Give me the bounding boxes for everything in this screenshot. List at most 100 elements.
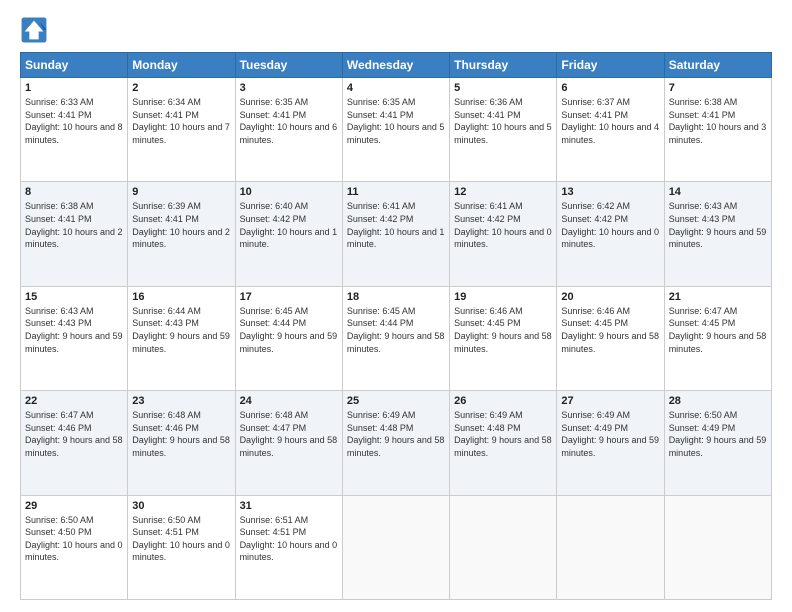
calendar-cell: 24 Sunrise: 6:48 AMSunset: 4:47 PMDayligh… bbox=[235, 391, 342, 495]
calendar-cell: 15 Sunrise: 6:43 AMSunset: 4:43 PMDayligh… bbox=[21, 286, 128, 390]
calendar-cell: 21 Sunrise: 6:47 AMSunset: 4:45 PMDayligh… bbox=[664, 286, 771, 390]
day-number: 3 bbox=[240, 82, 338, 94]
day-number: 16 bbox=[132, 291, 230, 303]
day-number: 17 bbox=[240, 291, 338, 303]
day-number: 25 bbox=[347, 395, 445, 407]
cell-info: Sunrise: 6:48 AMSunset: 4:47 PMDaylight:… bbox=[240, 409, 338, 459]
calendar-cell: 14 Sunrise: 6:43 AMSunset: 4:43 PMDayligh… bbox=[664, 182, 771, 286]
calendar-cell: 23 Sunrise: 6:48 AMSunset: 4:46 PMDayligh… bbox=[128, 391, 235, 495]
day-number: 1 bbox=[25, 82, 123, 94]
cell-info: Sunrise: 6:43 AMSunset: 4:43 PMDaylight:… bbox=[669, 200, 767, 250]
logo-icon bbox=[20, 16, 48, 44]
cell-info: Sunrise: 6:44 AMSunset: 4:43 PMDaylight:… bbox=[132, 305, 230, 355]
calendar-cell: 4 Sunrise: 6:35 AMSunset: 4:41 PMDaylight… bbox=[342, 78, 449, 182]
weekday-header-sunday: Sunday bbox=[21, 53, 128, 78]
cell-info: Sunrise: 6:50 AMSunset: 4:49 PMDaylight:… bbox=[669, 409, 767, 459]
weekday-header-wednesday: Wednesday bbox=[342, 53, 449, 78]
day-number: 29 bbox=[25, 500, 123, 512]
cell-info: Sunrise: 6:35 AMSunset: 4:41 PMDaylight:… bbox=[347, 96, 445, 146]
cell-info: Sunrise: 6:35 AMSunset: 4:41 PMDaylight:… bbox=[240, 96, 338, 146]
day-number: 14 bbox=[669, 186, 767, 198]
calendar-cell: 6 Sunrise: 6:37 AMSunset: 4:41 PMDaylight… bbox=[557, 78, 664, 182]
day-number: 23 bbox=[132, 395, 230, 407]
cell-info: Sunrise: 6:40 AMSunset: 4:42 PMDaylight:… bbox=[240, 200, 338, 250]
cell-info: Sunrise: 6:38 AMSunset: 4:41 PMDaylight:… bbox=[25, 200, 123, 250]
cell-info: Sunrise: 6:50 AMSunset: 4:50 PMDaylight:… bbox=[25, 514, 123, 564]
day-number: 19 bbox=[454, 291, 552, 303]
cell-info: Sunrise: 6:41 AMSunset: 4:42 PMDaylight:… bbox=[347, 200, 445, 250]
cell-info: Sunrise: 6:49 AMSunset: 4:48 PMDaylight:… bbox=[454, 409, 552, 459]
calendar-cell: 18 Sunrise: 6:45 AMSunset: 4:44 PMDayligh… bbox=[342, 286, 449, 390]
cell-info: Sunrise: 6:46 AMSunset: 4:45 PMDaylight:… bbox=[454, 305, 552, 355]
day-number: 31 bbox=[240, 500, 338, 512]
calendar-cell: 22Sunrise: 6:47 AMSunset: 4:46 PMDayligh… bbox=[21, 391, 128, 495]
cell-info: Sunrise: 6:42 AMSunset: 4:42 PMDaylight:… bbox=[561, 200, 659, 250]
day-number: 5 bbox=[454, 82, 552, 94]
cell-info: Sunrise: 6:47 AMSunset: 4:45 PMDaylight:… bbox=[669, 305, 767, 355]
cell-info: Sunrise: 6:39 AMSunset: 4:41 PMDaylight:… bbox=[132, 200, 230, 250]
cell-info: Sunrise: 6:43 AMSunset: 4:43 PMDaylight:… bbox=[25, 305, 123, 355]
calendar-week-1: 1Sunrise: 6:33 AMSunset: 4:41 PMDaylight… bbox=[21, 78, 772, 182]
calendar-cell: 1Sunrise: 6:33 AMSunset: 4:41 PMDaylight… bbox=[21, 78, 128, 182]
day-number: 26 bbox=[454, 395, 552, 407]
day-number: 18 bbox=[347, 291, 445, 303]
cell-info: Sunrise: 6:37 AMSunset: 4:41 PMDaylight:… bbox=[561, 96, 659, 146]
calendar-cell: 29 Sunrise: 6:50 AMSunset: 4:50 PMDayligh… bbox=[21, 495, 128, 599]
day-number: 15 bbox=[25, 291, 123, 303]
day-number: 2 bbox=[132, 82, 230, 94]
calendar-cell bbox=[557, 495, 664, 599]
logo bbox=[20, 16, 52, 44]
calendar-cell: 20 Sunrise: 6:46 AMSunset: 4:45 PMDayligh… bbox=[557, 286, 664, 390]
calendar-cell: 11 Sunrise: 6:41 AMSunset: 4:42 PMDayligh… bbox=[342, 182, 449, 286]
cell-info: Sunrise: 6:49 AMSunset: 4:48 PMDaylight:… bbox=[347, 409, 445, 459]
calendar-table: SundayMondayTuesdayWednesdayThursdayFrid… bbox=[20, 52, 772, 600]
calendar-cell bbox=[664, 495, 771, 599]
cell-info: Sunrise: 6:48 AMSunset: 4:46 PMDaylight:… bbox=[132, 409, 230, 459]
day-number: 9 bbox=[132, 186, 230, 198]
day-number: 30 bbox=[132, 500, 230, 512]
day-number: 12 bbox=[454, 186, 552, 198]
weekday-header-saturday: Saturday bbox=[664, 53, 771, 78]
calendar-cell: 28 Sunrise: 6:50 AMSunset: 4:49 PMDayligh… bbox=[664, 391, 771, 495]
calendar-cell: 13 Sunrise: 6:42 AMSunset: 4:42 PMDayligh… bbox=[557, 182, 664, 286]
day-number: 20 bbox=[561, 291, 659, 303]
day-number: 24 bbox=[240, 395, 338, 407]
calendar-cell: 17Sunrise: 6:45 AMSunset: 4:44 PMDayligh… bbox=[235, 286, 342, 390]
calendar-cell: 3 Sunrise: 6:35 AMSunset: 4:41 PMDaylight… bbox=[235, 78, 342, 182]
calendar-cell: 26 Sunrise: 6:49 AMSunset: 4:48 PMDayligh… bbox=[450, 391, 557, 495]
cell-info: Sunrise: 6:50 AMSunset: 4:51 PMDaylight:… bbox=[132, 514, 230, 564]
calendar-cell: 5 Sunrise: 6:36 AMSunset: 4:41 PMDaylight… bbox=[450, 78, 557, 182]
calendar-cell: 25 Sunrise: 6:49 AMSunset: 4:48 PMDayligh… bbox=[342, 391, 449, 495]
calendar-cell: 9 Sunrise: 6:39 AMSunset: 4:41 PMDaylight… bbox=[128, 182, 235, 286]
weekday-header-friday: Friday bbox=[557, 53, 664, 78]
day-number: 21 bbox=[669, 291, 767, 303]
calendar-cell bbox=[342, 495, 449, 599]
day-number: 10 bbox=[240, 186, 338, 198]
cell-info: Sunrise: 6:49 AMSunset: 4:49 PMDaylight:… bbox=[561, 409, 659, 459]
weekday-header-thursday: Thursday bbox=[450, 53, 557, 78]
calendar-cell: 16 Sunrise: 6:44 AMSunset: 4:43 PMDayligh… bbox=[128, 286, 235, 390]
calendar-cell: 27 Sunrise: 6:49 AMSunset: 4:49 PMDayligh… bbox=[557, 391, 664, 495]
page: SundayMondayTuesdayWednesdayThursdayFrid… bbox=[0, 0, 792, 612]
cell-info: Sunrise: 6:46 AMSunset: 4:45 PMDaylight:… bbox=[561, 305, 659, 355]
day-number: 4 bbox=[347, 82, 445, 94]
day-number: 22 bbox=[25, 395, 123, 407]
calendar-week-3: 15 Sunrise: 6:43 AMSunset: 4:43 PMDayligh… bbox=[21, 286, 772, 390]
calendar-cell: 8Sunrise: 6:38 AMSunset: 4:41 PMDaylight… bbox=[21, 182, 128, 286]
day-number: 28 bbox=[669, 395, 767, 407]
cell-info: Sunrise: 6:41 AMSunset: 4:42 PMDaylight:… bbox=[454, 200, 552, 250]
calendar-cell: 12 Sunrise: 6:41 AMSunset: 4:42 PMDayligh… bbox=[450, 182, 557, 286]
calendar-week-5: 29 Sunrise: 6:50 AMSunset: 4:50 PMDayligh… bbox=[21, 495, 772, 599]
cell-info: Sunrise: 6:36 AMSunset: 4:41 PMDaylight:… bbox=[454, 96, 552, 146]
calendar-cell: 2Sunrise: 6:34 AMSunset: 4:41 PMDaylight… bbox=[128, 78, 235, 182]
day-number: 27 bbox=[561, 395, 659, 407]
calendar-cell: 31Sunrise: 6:51 AMSunset: 4:51 PMDayligh… bbox=[235, 495, 342, 599]
day-number: 13 bbox=[561, 186, 659, 198]
calendar-cell: 30 Sunrise: 6:50 AMSunset: 4:51 PMDayligh… bbox=[128, 495, 235, 599]
day-number: 11 bbox=[347, 186, 445, 198]
day-number: 6 bbox=[561, 82, 659, 94]
calendar-week-4: 22Sunrise: 6:47 AMSunset: 4:46 PMDayligh… bbox=[21, 391, 772, 495]
cell-info: Sunrise: 6:45 AMSunset: 4:44 PMDaylight:… bbox=[347, 305, 445, 355]
calendar-cell: 19 Sunrise: 6:46 AMSunset: 4:45 PMDayligh… bbox=[450, 286, 557, 390]
calendar-week-2: 8Sunrise: 6:38 AMSunset: 4:41 PMDaylight… bbox=[21, 182, 772, 286]
